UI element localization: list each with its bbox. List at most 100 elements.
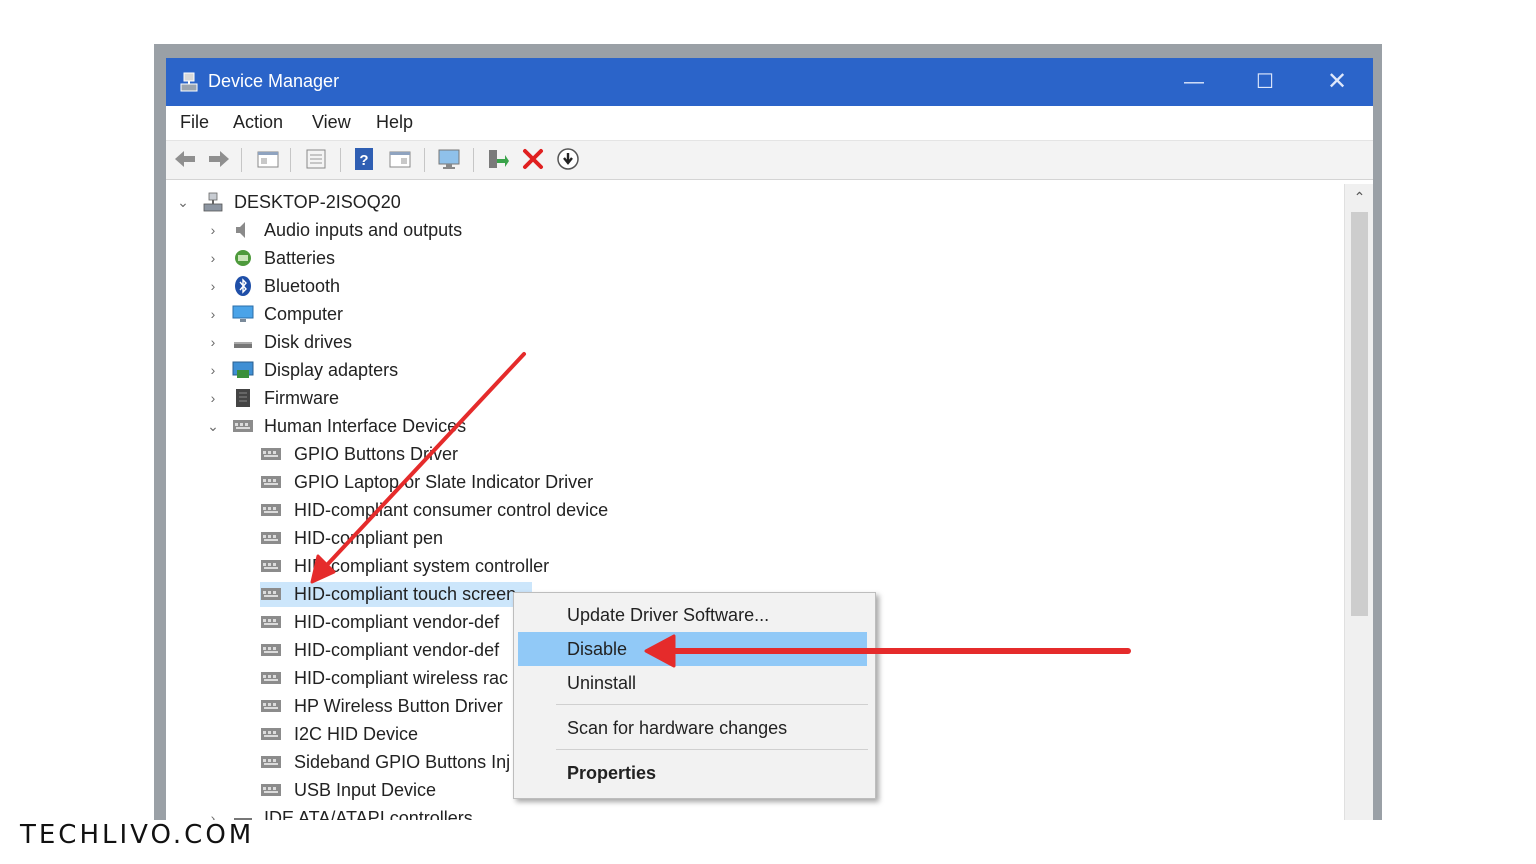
hid-device-icon [261,532,281,544]
tree-device[interactable]: HID-compliant consumer control device [260,497,680,523]
chevron-down-icon[interactable]: ⌄ [204,413,222,439]
menu-properties[interactable]: Properties [518,756,867,790]
menu-help[interactable]: Help [376,112,413,133]
device-label: USB Input Device [294,780,437,800]
menu-item-label: Scan for hardware changes [567,718,788,738]
vertical-scrollbar[interactable]: ⌃ [1344,184,1373,820]
title-bar[interactable]: Device Manager — ☐ ✕ [166,58,1373,106]
category-label: Firmware [264,388,339,408]
close-button[interactable]: ✕ [1312,64,1362,100]
window-title: Device Manager [208,71,340,91]
hid-device-icon [261,448,281,460]
tree-device[interactable]: GPIO Buttons Driver [260,441,680,467]
hid-device-icon [261,700,281,712]
menu-disable[interactable]: Disable [518,632,867,666]
device-list-icon[interactable] [303,146,329,172]
tree-category[interactable]: › Firmware [204,385,604,411]
computer-monitor-icon [232,305,254,322]
menu-file[interactable]: File [180,112,209,133]
menu-update-driver[interactable]: Update Driver Software... [518,598,867,632]
context-menu: Update Driver Software... Disable Uninst… [513,592,876,799]
menu-uninstall[interactable]: Uninstall [518,666,867,700]
chevron-right-icon[interactable]: › [204,273,222,299]
tree-device[interactable]: HID-compliant system controller [260,553,680,579]
properties-pane-icon[interactable] [255,146,281,172]
category-label: IDE ATA/ATAPI controllers [264,808,473,820]
help-icon[interactable]: ? [351,146,377,172]
bluetooth-icon [235,276,251,296]
chevron-right-icon[interactable]: › [204,357,222,383]
tree-category[interactable]: › Disk drives [204,329,604,355]
menu-view[interactable]: View [312,112,351,133]
hid-device-icon [261,560,281,572]
device-label: HID-compliant system controller [294,556,550,576]
minimize-button[interactable]: — [1169,64,1219,100]
category-label: Computer [264,304,344,324]
toolbar-separator [473,148,474,172]
toolbar-separator [424,148,425,172]
ide-controller-icon [234,818,252,820]
chevron-right-icon[interactable]: › [204,805,222,820]
hid-device-icon [261,784,281,796]
menu-scan-hardware[interactable]: Scan for hardware changes [518,711,867,745]
display-adapter-icon [232,361,254,378]
hid-device-icon [261,756,281,768]
device-label: HID-compliant touch screen [294,584,517,604]
hid-device-icon [233,420,253,432]
forward-icon[interactable] [206,146,232,172]
hid-device-icon [261,504,281,516]
uninstall-icon[interactable] [520,146,546,172]
device-label: I2C HID Device [294,724,419,744]
tree-device[interactable]: HID-compliant pen [260,525,680,551]
back-icon[interactable] [172,146,198,172]
disk-drive-icon [234,342,252,348]
tree-category-hid[interactable]: ⌄ Human Interface Devices [204,413,604,439]
scroll-up-icon[interactable]: ⌃ [1345,184,1373,208]
update-driver-icon[interactable] [484,146,510,172]
tree-category[interactable]: › Bluetooth [204,273,604,299]
chevron-right-icon[interactable]: › [204,385,222,411]
chevron-right-icon[interactable]: › [204,301,222,327]
toolbar: ? [166,141,1373,180]
tree-category[interactable]: › Computer [204,301,604,327]
category-label: Human Interface Devices [264,416,467,436]
svg-text:?: ? [359,152,368,169]
device-manager-icon [180,72,198,92]
download-driver-icon[interactable] [555,146,581,172]
menu-action[interactable]: Action [233,112,283,133]
maximize-button[interactable]: ☐ [1240,64,1290,100]
chevron-right-icon[interactable]: › [204,329,222,355]
device-label: HID-compliant vendor-def [294,640,500,660]
scroll-thumb[interactable] [1351,212,1368,616]
hid-device-icon [261,644,281,656]
tree-category[interactable]: › Batteries [204,245,604,271]
menu-item-label: Uninstall [567,673,637,693]
root-label: DESKTOP-2ISOQ20 [234,192,401,212]
tree-root[interactable]: ⌄ DESKTOP-2ISOQ20 [174,189,574,215]
device-label: HID-compliant consumer control device [294,500,609,520]
tree-category[interactable]: › Audio inputs and outputs [204,217,604,243]
toolbar-separator [241,148,242,172]
battery-icon [235,250,251,266]
hid-device-icon [261,476,281,488]
chevron-down-icon[interactable]: ⌄ [174,189,192,215]
hid-device-icon [261,588,281,600]
device-label: HP Wireless Button Driver [294,696,503,716]
chevron-right-icon[interactable]: › [204,245,222,271]
menu-separator [556,749,868,750]
tree-category[interactable]: › IDE ATA/ATAPI controllers [204,805,604,820]
category-label: Disk drives [264,332,353,352]
chevron-right-icon[interactable]: › [204,217,222,243]
device-label: GPIO Laptop or Slate Indicator Driver [294,472,594,492]
details-icon[interactable] [387,146,413,172]
menu-item-label: Disable [567,639,628,659]
tree-category[interactable]: › Display adapters [204,357,604,383]
menu-item-label: Update Driver Software... [567,605,770,625]
hid-device-icon [261,672,281,684]
firmware-chip-icon [236,389,250,407]
device-label: Sideband GPIO Buttons Inj [294,752,511,772]
hid-device-icon [261,728,281,740]
device-label: GPIO Buttons Driver [294,444,459,464]
scan-monitor-icon[interactable] [436,146,462,172]
tree-device[interactable]: GPIO Laptop or Slate Indicator Driver [260,469,680,495]
